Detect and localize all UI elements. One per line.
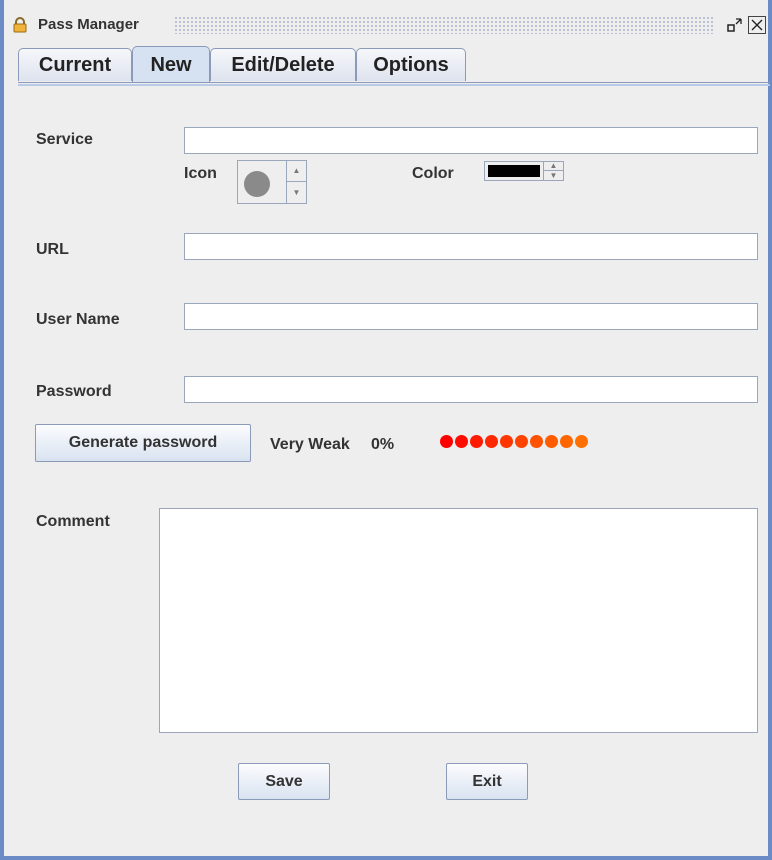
generate-password-button[interactable]: Generate password: [35, 424, 251, 462]
strength-dot: [545, 435, 558, 448]
url-input[interactable]: [184, 233, 758, 260]
title-bar[interactable]: Pass Manager: [4, 6, 768, 42]
color-swatch: [488, 165, 540, 177]
strength-percent: 0%: [371, 436, 395, 453]
tab-edit-delete[interactable]: Edit/Delete: [210, 48, 356, 81]
strength-dot: [455, 435, 468, 448]
spin-down-icon[interactable]: ▼: [287, 182, 306, 203]
tab-divider-accent: [18, 84, 770, 86]
strength-dot: [485, 435, 498, 448]
icon-label: Icon: [184, 165, 217, 182]
tab-new[interactable]: New: [132, 46, 210, 83]
save-button[interactable]: Save: [238, 763, 330, 800]
lock-icon: [12, 17, 28, 33]
strength-dot: [470, 435, 483, 448]
password-input[interactable]: [184, 376, 758, 403]
username-label: User Name: [36, 311, 120, 328]
spin-up-icon[interactable]: ▲: [544, 162, 563, 171]
app-window: Pass Manager Current New Edit/Delete Opt…: [0, 0, 772, 860]
tab-options[interactable]: Options: [356, 48, 466, 81]
tab-divider: [18, 82, 770, 83]
username-input[interactable]: [184, 303, 758, 330]
spin-up-icon[interactable]: ▲: [287, 161, 306, 182]
window-content: Pass Manager Current New Edit/Delete Opt…: [4, 0, 770, 856]
strength-dot: [440, 435, 453, 448]
service-input[interactable]: [184, 127, 758, 154]
tab-current[interactable]: Current: [18, 48, 132, 81]
spin-down-icon[interactable]: ▼: [544, 171, 563, 180]
color-label: Color: [412, 165, 454, 182]
service-label: Service: [36, 131, 93, 148]
strength-text: Very Weak: [270, 436, 350, 453]
color-spinner[interactable]: ▲ ▼: [484, 161, 564, 181]
comment-label: Comment: [36, 513, 110, 530]
title-grip: [174, 16, 714, 34]
close-icon[interactable]: [748, 16, 766, 34]
url-label: URL: [36, 241, 69, 258]
password-label: Password: [36, 383, 112, 400]
window-title: Pass Manager: [38, 16, 139, 33]
gray-circle-icon: [242, 169, 272, 204]
icon-spinner-arrows: ▲ ▼: [286, 161, 306, 203]
strength-dot: [530, 435, 543, 448]
comment-textarea[interactable]: [159, 508, 758, 733]
restore-icon[interactable]: [726, 16, 744, 34]
exit-button[interactable]: Exit: [446, 763, 528, 800]
strength-dot: [515, 435, 528, 448]
icon-spinner[interactable]: ▲ ▼: [237, 160, 307, 204]
strength-dot: [575, 435, 588, 448]
strength-dot: [560, 435, 573, 448]
strength-dot: [500, 435, 513, 448]
color-spinner-arrows: ▲ ▼: [543, 162, 563, 180]
